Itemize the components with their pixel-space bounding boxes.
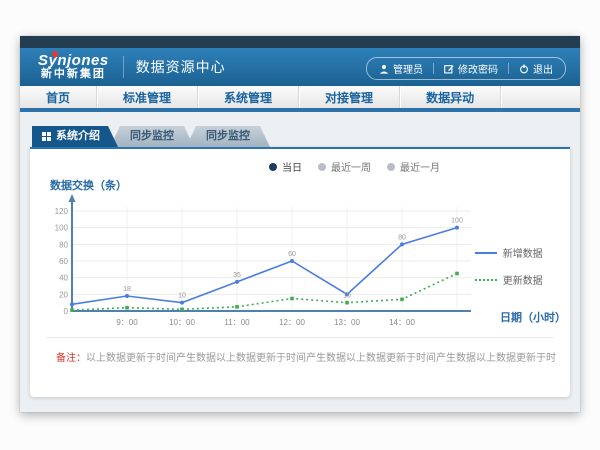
svg-text:60: 60	[288, 251, 296, 258]
y-axis-title: 数据交换（条）	[50, 177, 556, 193]
legend-label: 新增数据	[503, 245, 543, 260]
svg-text:100: 100	[55, 224, 69, 233]
user-menu: 管理员 修改密码 退出	[366, 57, 566, 80]
user-menu-separator	[433, 63, 434, 74]
legend-item-new-data: 新增数据	[475, 245, 556, 260]
radio-selected-icon	[269, 163, 277, 171]
svg-text:12：00: 12：00	[279, 318, 305, 327]
range-label: 最近一月	[400, 159, 440, 174]
tab-label: 系统介绍	[56, 126, 100, 147]
legend-item-updated-data: 更新数据	[475, 272, 556, 287]
svg-text:10: 10	[178, 293, 186, 300]
tab-system-intro[interactable]: 系统介绍	[32, 126, 118, 147]
user-icon	[379, 64, 389, 74]
svg-text:40: 40	[59, 274, 68, 283]
line-chart: 0 20 40 60 80 100 120 9：00 10：00 11：00 12：00 13：00 1…	[44, 193, 471, 333]
svg-text:35: 35	[233, 272, 241, 279]
nav-item-data-changes[interactable]: 数据异动	[400, 86, 501, 108]
nav-item-integration-management[interactable]: 对接管理	[299, 86, 400, 108]
chart-panel: 当日 最近一周 最近一月 数据交换（条） 0 20 40 60 80 100 120 9：00…	[30, 147, 570, 397]
svg-text:9：00: 9：00	[116, 318, 138, 327]
nav-item-system-management[interactable]: 系统管理	[198, 86, 299, 108]
user-menu-separator	[508, 63, 509, 74]
power-icon	[519, 64, 529, 74]
range-label: 当日	[282, 159, 302, 174]
svg-text:80: 80	[59, 240, 68, 249]
grid-icon	[42, 132, 51, 141]
edit-icon	[444, 64, 454, 74]
tab-sync-monitor-1[interactable]: 同步监控	[110, 126, 194, 147]
svg-text:10：00: 10：00	[169, 318, 195, 327]
svg-text:11：00: 11：00	[224, 318, 250, 327]
user-name-label: 管理员	[393, 61, 423, 76]
nav-item-standard-management[interactable]: 标准管理	[97, 86, 198, 108]
legend-label: 更新数据	[503, 272, 543, 287]
footnote: 备注：以上数据更新于时间产生数据以上数据更新于时间产生数据以上数据更新于时间产生…	[44, 349, 556, 364]
svg-text:18: 18	[123, 286, 131, 293]
range-option-last-month[interactable]: 最近一月	[387, 159, 440, 174]
nav-item-home[interactable]: 首页	[20, 86, 97, 108]
main-nav: 首页 标准管理 系统管理 对接管理 数据异动	[20, 86, 580, 112]
chart-container: 0 20 40 60 80 100 120 9：00 10：00 11：00 12：00 13：00 1…	[44, 193, 556, 333]
svg-text:120: 120	[55, 207, 69, 216]
footnote-divider	[46, 337, 554, 338]
header-divider	[123, 56, 124, 78]
legend-line-dotted-icon	[475, 279, 497, 281]
x-axis-title: 日期（小时）	[500, 309, 566, 325]
radio-icon	[318, 163, 326, 171]
change-password-label: 修改密码	[458, 61, 498, 76]
footnote-text: 以上数据更新于时间产生数据以上数据更新于时间产生数据以上数据更新于时间产生数据以…	[86, 353, 556, 364]
logo-wordmark: Synjones	[38, 53, 109, 69]
svg-text:10: 10	[343, 293, 351, 300]
svg-text:20: 20	[59, 290, 68, 299]
app-window: Synjones 新中新集团 数据资源中心 管理员 修改密码 退出 首页 标准管…	[20, 36, 580, 412]
change-password-button[interactable]: 修改密码	[444, 61, 498, 76]
svg-text:80: 80	[398, 234, 406, 241]
svg-text:14：00: 14：00	[389, 318, 415, 327]
range-option-last-week[interactable]: 最近一周	[318, 159, 371, 174]
tab-sync-monitor-2[interactable]: 同步监控	[186, 126, 270, 147]
brand-logo: Synjones 新中新集团	[38, 53, 123, 80]
tab-bar: 系统介绍 同步监控 同步监控	[32, 126, 570, 147]
logout-label: 退出	[533, 61, 553, 76]
svg-text:100: 100	[451, 218, 463, 225]
window-top-strip	[20, 36, 580, 48]
svg-text:0: 0	[64, 307, 69, 316]
content-area: 系统介绍 同步监控 同步监控 当日 最近一周 最近一月 数据交换	[20, 112, 580, 397]
user-account-button[interactable]: 管理员	[379, 61, 423, 76]
radio-icon	[387, 163, 395, 171]
logo-company-name: 新中新集团	[38, 69, 109, 81]
svg-text:13：00: 13：00	[334, 318, 360, 327]
page-title: 数据资源中心	[136, 57, 226, 77]
legend-line-solid-icon	[475, 252, 497, 254]
logout-button[interactable]: 退出	[519, 61, 553, 76]
range-label: 最近一周	[331, 159, 371, 174]
svg-text:60: 60	[59, 257, 68, 266]
range-option-today[interactable]: 当日	[269, 159, 302, 174]
footnote-label: 备注：	[56, 353, 86, 364]
app-header: Synjones 新中新集团 数据资源中心 管理员 修改密码 退出	[20, 48, 580, 86]
time-range-filter: 当日 最近一周 最近一月	[269, 159, 440, 174]
